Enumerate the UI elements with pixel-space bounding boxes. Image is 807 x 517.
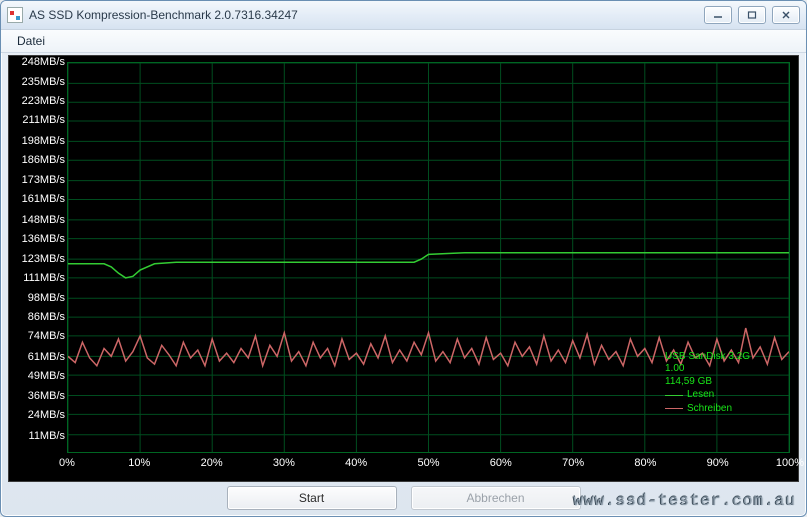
- x-tick-label: 0%: [59, 457, 75, 469]
- y-tick-label: 198MB/s: [22, 135, 65, 147]
- y-tick-label: 211MB/s: [22, 114, 65, 126]
- y-tick-label: 49MB/s: [28, 370, 65, 382]
- x-tick-label: 50%: [417, 457, 439, 469]
- x-tick-label: 30%: [273, 457, 295, 469]
- x-tick-label: 70%: [562, 457, 584, 469]
- abort-button[interactable]: Abbrechen: [411, 486, 581, 510]
- y-tick-label: 223MB/s: [22, 95, 65, 107]
- titlebar: AS SSD Kompression-Benchmark 2.0.7316.34…: [1, 1, 806, 30]
- chart-panel: 11MB/s 24MB/s 36MB/s 49MB/s 61MB/s 74MB/s 86MB…: [8, 55, 799, 482]
- window-title: AS SSD Kompression-Benchmark 2.0.7316.34…: [29, 8, 704, 22]
- y-tick-label: 136MB/s: [22, 233, 65, 245]
- y-tick-label: 61MB/s: [28, 351, 65, 363]
- x-tick-label: 10%: [128, 457, 150, 469]
- x-tick-label: 60%: [490, 457, 512, 469]
- y-tick-label: 11MB/s: [29, 430, 65, 442]
- menubar: Datei: [1, 30, 806, 53]
- button-bar: Start Abbrechen: [1, 484, 806, 512]
- x-tick-label: 100%: [776, 457, 804, 469]
- y-tick-label: 123MB/s: [22, 253, 65, 265]
- chart-svg: [68, 63, 789, 452]
- window-controls: [704, 6, 800, 24]
- y-tick-label: 161MB/s: [22, 193, 65, 205]
- minimize-button[interactable]: [704, 6, 732, 24]
- y-tick-label: 148MB/s: [22, 214, 65, 226]
- x-axis-ticks: 0%10%20%30%40%50%60%70%80%90%100%: [67, 457, 790, 475]
- y-tick-label: 111MB/s: [23, 272, 65, 284]
- maximize-button[interactable]: [738, 6, 766, 24]
- close-button[interactable]: [772, 6, 800, 24]
- x-tick-label: 90%: [707, 457, 729, 469]
- x-tick-label: 20%: [201, 457, 223, 469]
- app-window: AS SSD Kompression-Benchmark 2.0.7316.34…: [0, 0, 807, 517]
- y-axis-ticks: 11MB/s 24MB/s 36MB/s 49MB/s 61MB/s 74MB/s 86MB…: [9, 62, 67, 453]
- y-tick-label: 86MB/s: [28, 311, 65, 323]
- y-tick-label: 36MB/s: [28, 390, 65, 402]
- start-button[interactable]: Start: [227, 486, 397, 510]
- y-tick-label: 173MB/s: [22, 174, 65, 186]
- app-icon: [7, 7, 23, 23]
- y-tick-label: 235MB/s: [22, 76, 65, 88]
- x-tick-label: 40%: [345, 457, 367, 469]
- y-tick-label: 98MB/s: [28, 292, 65, 304]
- plot-area: USB SanDisk 3.2G 1.00 114,59 GB Lesen Sc…: [67, 62, 790, 453]
- y-tick-label: 24MB/s: [28, 409, 65, 421]
- menu-file[interactable]: Datei: [9, 32, 53, 50]
- y-tick-label: 74MB/s: [28, 330, 65, 342]
- y-tick-label: 186MB/s: [22, 154, 65, 166]
- x-tick-label: 80%: [634, 457, 656, 469]
- y-tick-label: 248MB/s: [22, 56, 65, 68]
